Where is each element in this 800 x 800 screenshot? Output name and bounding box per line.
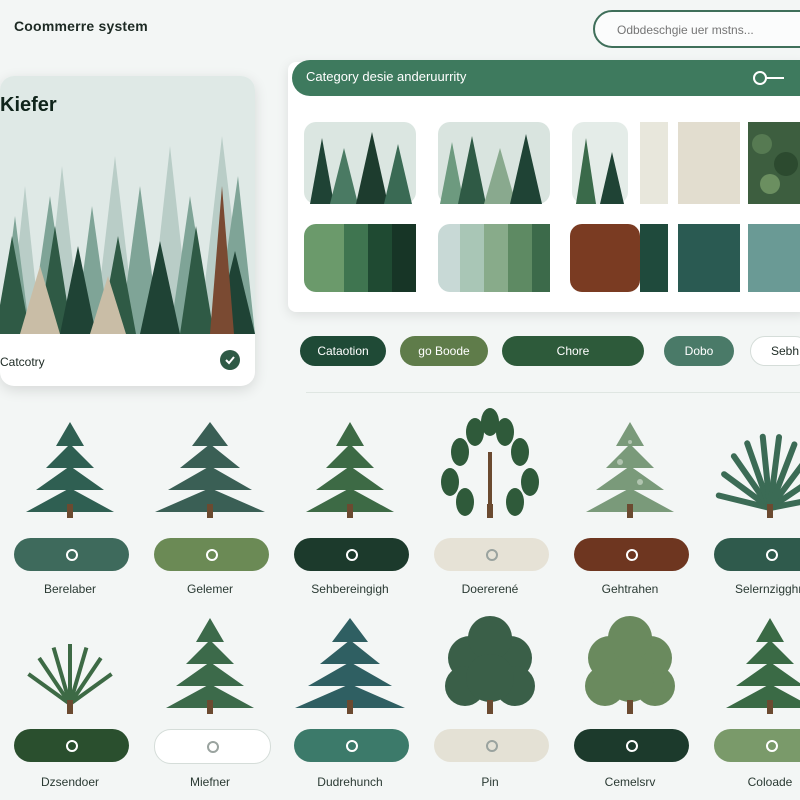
- tree-label: Gelemer: [186, 582, 233, 596]
- tree-image[interactable]: [560, 608, 700, 723]
- select-button[interactable]: [574, 729, 689, 762]
- select-button[interactable]: [714, 729, 800, 762]
- tree-image[interactable]: [560, 412, 700, 527]
- tree-label: Doererené: [461, 582, 519, 596]
- chip-sebh[interactable]: Sebh: [750, 336, 800, 366]
- chip-label: go Boode: [418, 344, 470, 358]
- swatch-cream[interactable]: [640, 122, 668, 204]
- tree-image[interactable]: [700, 412, 800, 527]
- chip-label: Chore: [556, 344, 590, 358]
- swatch-linen[interactable]: [678, 122, 740, 204]
- select-button[interactable]: [294, 538, 409, 571]
- leaf-icon: [205, 548, 218, 561]
- tree-image[interactable]: [420, 608, 560, 723]
- circle-icon: [765, 548, 778, 561]
- category-panel-title: Category desie anderuurrity: [306, 69, 467, 84]
- swatch-foliage[interactable]: [748, 122, 800, 204]
- circle-icon: [765, 739, 778, 752]
- featured-title: Kiefer: [0, 94, 57, 116]
- tree-image[interactable]: [140, 412, 280, 527]
- tree-label: Pin: [481, 775, 499, 789]
- shield-icon: [65, 548, 78, 561]
- tree-label: Miefner: [189, 775, 230, 789]
- tree-label: Dzsendoer: [40, 775, 100, 789]
- tree-image[interactable]: [280, 412, 420, 527]
- tree-image[interactable]: [0, 608, 140, 723]
- select-button[interactable]: [574, 538, 689, 571]
- swatch-forest-2[interactable]: [438, 122, 550, 204]
- swatch-forest-3[interactable]: [572, 122, 628, 204]
- chip-cataotion[interactable]: Cataotion: [300, 336, 386, 366]
- select-button[interactable]: [434, 538, 549, 571]
- tree-label: Cemelsrv: [604, 775, 656, 789]
- circle-icon: [345, 548, 358, 561]
- chip-label: Cataotion: [317, 344, 369, 358]
- square-icon: [206, 740, 219, 753]
- chip-label: Sebh: [771, 344, 800, 358]
- circle-icon: [345, 739, 358, 752]
- featured-category-label: Catcotry: [0, 355, 45, 369]
- tree-image[interactable]: [700, 608, 800, 723]
- check-icon[interactable]: [220, 350, 240, 370]
- chip-chore[interactable]: Chore: [502, 336, 644, 366]
- tree-label: Gehtrahen: [601, 582, 659, 596]
- tree-label: Coloade: [747, 775, 793, 789]
- swatch-forest-1[interactable]: [304, 122, 416, 204]
- swatch-greens[interactable]: [304, 224, 416, 292]
- tree-label: Selernzigghn: [734, 582, 800, 596]
- featured-card[interactable]: Kiefer: [0, 76, 255, 386]
- brand-title: Coommerre system: [14, 18, 148, 34]
- select-button[interactable]: [14, 729, 129, 762]
- select-button[interactable]: [434, 729, 549, 762]
- hand-icon: [625, 548, 638, 561]
- tree-image[interactable]: [280, 608, 420, 723]
- circle-icon: [625, 739, 638, 752]
- circle-icon: [485, 739, 498, 752]
- select-button[interactable]: [154, 538, 269, 571]
- tree-label: Sehbereingigh: [311, 582, 389, 596]
- circle-icon: [485, 548, 498, 561]
- swatch-earth[interactable]: [570, 224, 800, 292]
- toggle-icon[interactable]: [752, 70, 786, 86]
- swatch-sage[interactable]: [438, 224, 550, 292]
- search-input[interactable]: [615, 22, 800, 38]
- tree-image[interactable]: [420, 408, 560, 527]
- circle-icon: [65, 739, 78, 752]
- chip-go-boode[interactable]: go Boode: [400, 336, 488, 366]
- select-button[interactable]: [714, 538, 800, 571]
- select-button[interactable]: [154, 729, 271, 764]
- chip-dobo[interactable]: Dobo: [664, 336, 734, 366]
- chip-label: Dobo: [684, 344, 714, 358]
- tree-label: Dudrehunch: [317, 775, 383, 789]
- search-box[interactable]: [593, 10, 800, 48]
- tree-image[interactable]: [140, 608, 280, 723]
- divider: [306, 392, 800, 393]
- select-button[interactable]: [14, 538, 129, 571]
- tree-label: Berelaber: [43, 582, 97, 596]
- tree-image[interactable]: [0, 412, 140, 527]
- select-button[interactable]: [294, 729, 409, 762]
- swatch-grid: [304, 122, 800, 292]
